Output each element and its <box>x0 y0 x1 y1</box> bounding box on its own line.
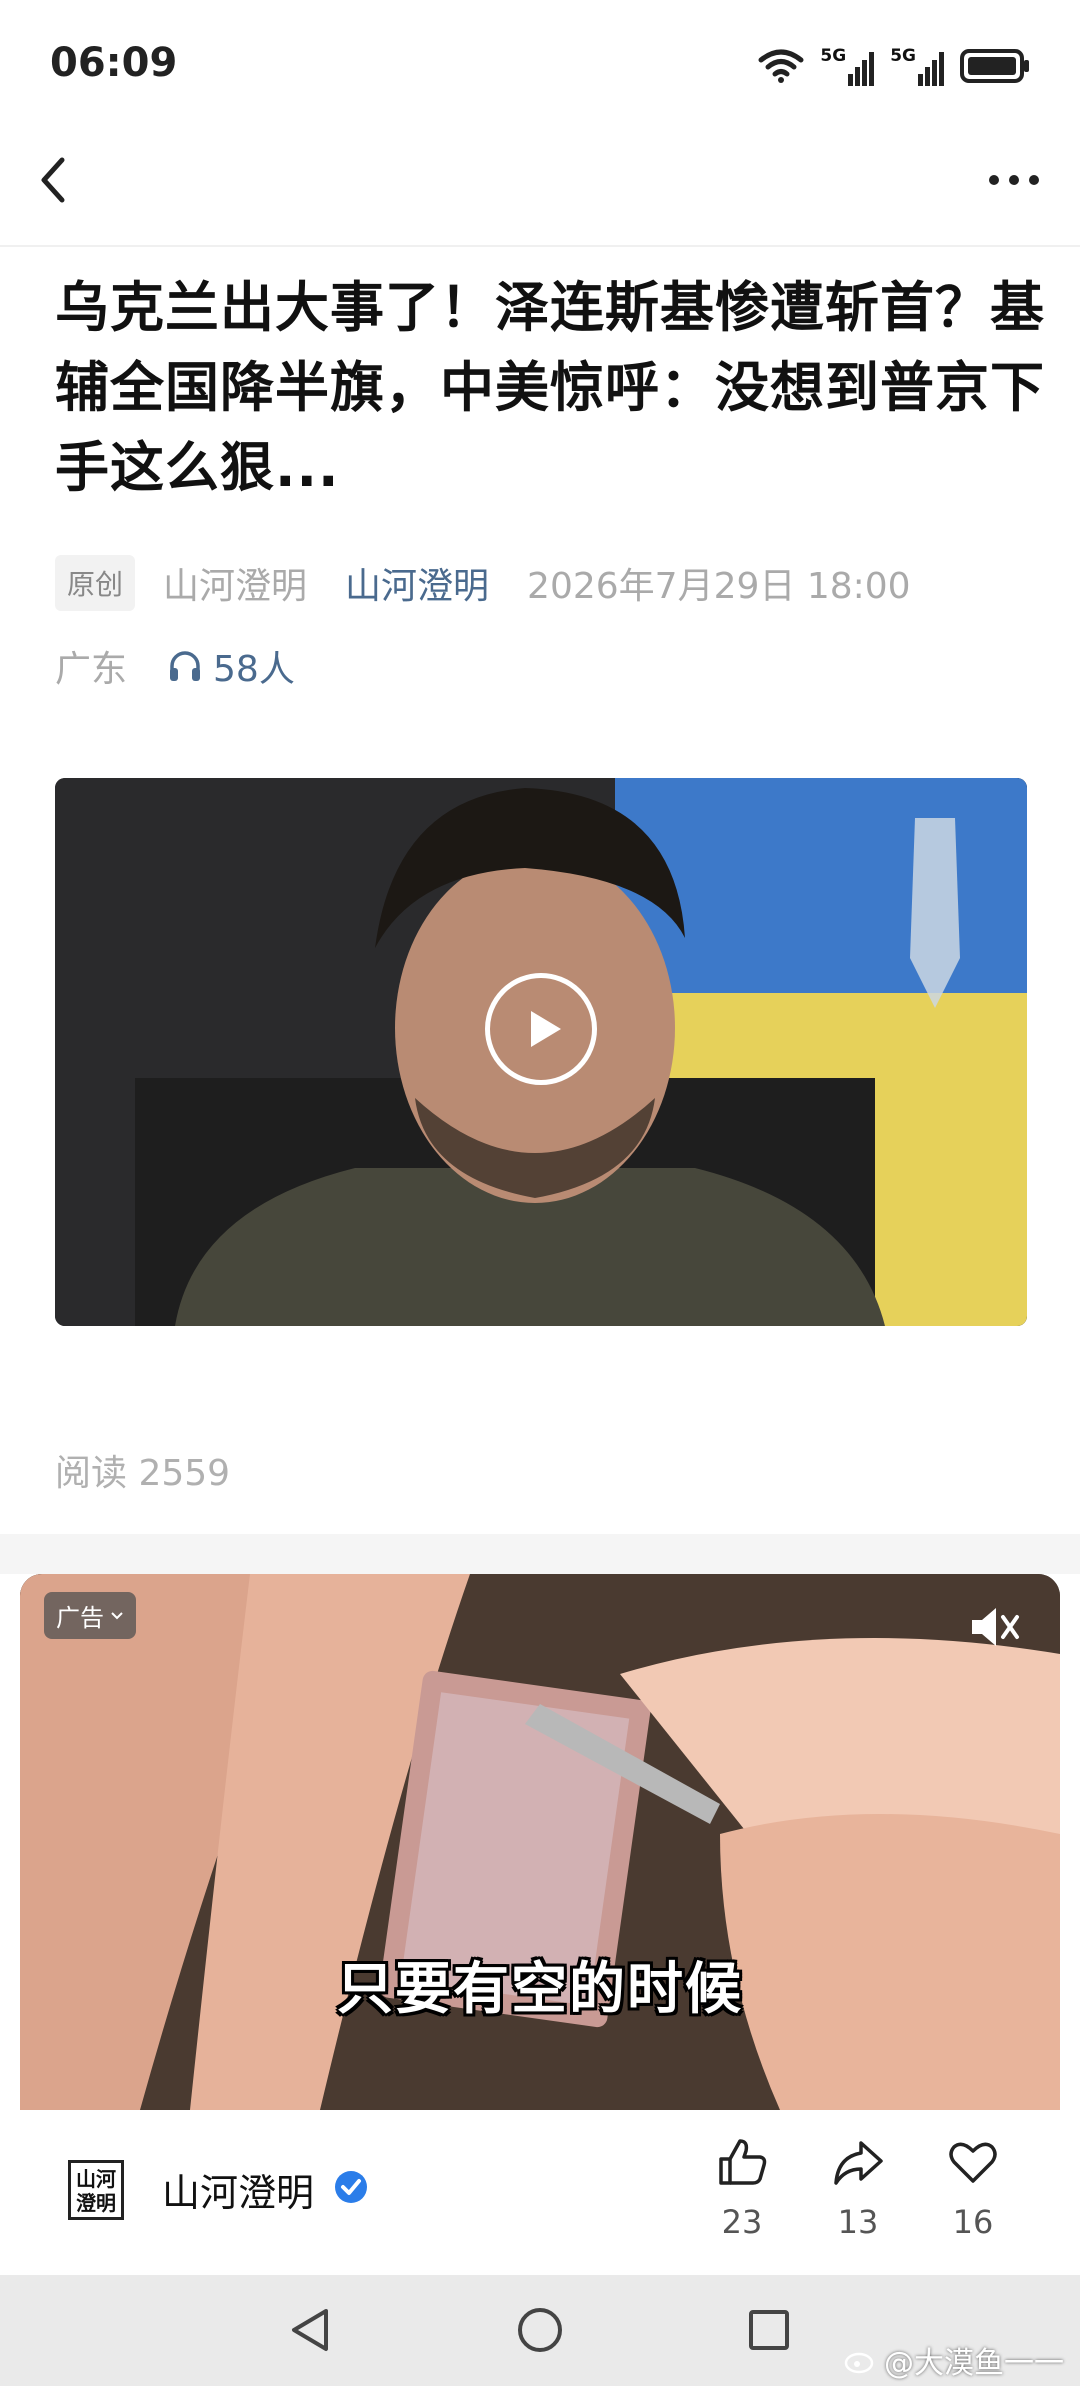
share-button[interactable]: 13 <box>818 2135 898 2241</box>
account-avatar[interactable]: 山河澄明 <box>68 2160 124 2220</box>
signal-icon: 5G <box>820 46 875 86</box>
publish-date: 2026年7月29日 18:00 <box>527 566 911 607</box>
ad-badge[interactable]: 广告 <box>44 1592 136 1639</box>
nav-recents-icon[interactable] <box>746 2307 792 2353</box>
favorite-button[interactable]: 16 <box>933 2135 1013 2241</box>
play-button[interactable] <box>485 973 597 1085</box>
article-action-bar: 山河澄明 山河澄明 23 13 16 <box>0 2110 1080 2275</box>
favorite-count: 16 <box>952 2203 994 2241</box>
wifi-icon <box>758 49 804 83</box>
article-meta-secondary: 广东 58人 <box>55 638 295 694</box>
author-name: 山河澄明 <box>163 566 308 607</box>
ad-label: 广告 <box>56 1604 104 1632</box>
article-meta: 原创 山河澄明 山河澄明 2026年7月29日 18:00 <box>55 555 911 611</box>
signal-icon: 5G <box>890 46 944 86</box>
network-type: 5G <box>820 46 847 66</box>
status-time: 06:09 <box>50 40 178 86</box>
nav-home-icon[interactable] <box>515 2305 565 2355</box>
listener-count: 58人 <box>213 649 295 690</box>
share-count: 13 <box>837 2203 879 2241</box>
like-button[interactable]: 23 <box>702 2135 782 2241</box>
heart-icon <box>949 2142 997 2183</box>
nav-bar <box>0 140 1080 247</box>
like-count: 23 <box>721 2203 763 2241</box>
more-icon[interactable] <box>984 160 1044 200</box>
read-count: 阅读 2559 <box>55 1453 231 1494</box>
account-link[interactable]: 山河澄明 <box>345 557 489 609</box>
network-type: 5G <box>890 46 916 66</box>
headphones-icon <box>170 651 201 681</box>
listen-button[interactable]: 58人 <box>167 640 295 692</box>
article-title: 乌克兰出大事了！泽连斯基惨遭斩首？基辅全国降半旗，中美惊呼：没想到普京下手这么狠… <box>55 276 1045 499</box>
status-bar: 06:09 5G 5G <box>0 0 1080 140</box>
status-icons: 5G 5G <box>758 44 1032 88</box>
battery-icon <box>960 49 1029 83</box>
article-video[interactable] <box>55 778 1027 1326</box>
back-icon[interactable] <box>30 150 80 210</box>
original-badge: 原创 <box>55 555 136 611</box>
ad-thumbnail <box>20 1574 1060 2110</box>
verified-icon <box>335 2171 367 2203</box>
chevron-down-icon <box>111 1611 123 1619</box>
share-icon <box>834 2141 883 2185</box>
section-divider <box>0 1534 1080 1574</box>
weibo-icon <box>844 2352 874 2374</box>
watermark-text: @大漠鱼一一 <box>884 2346 1064 2381</box>
watermark: @大漠鱼一一 <box>844 2338 1064 2382</box>
avatar-text: 山河澄明 <box>76 2167 116 2215</box>
location-label: 广东 <box>55 649 128 690</box>
ad-subtitle: 只要有空的时候 <box>337 1957 743 2022</box>
mute-icon[interactable] <box>968 1602 1020 1652</box>
play-icon <box>531 1011 561 1047</box>
ad-video[interactable]: 广告 只要有空的时候 <box>20 1574 1060 2110</box>
thumbs-up-icon <box>719 2139 767 2185</box>
nav-back-icon[interactable] <box>286 2305 334 2355</box>
account-name[interactable]: 山河澄明 <box>162 2162 314 2217</box>
